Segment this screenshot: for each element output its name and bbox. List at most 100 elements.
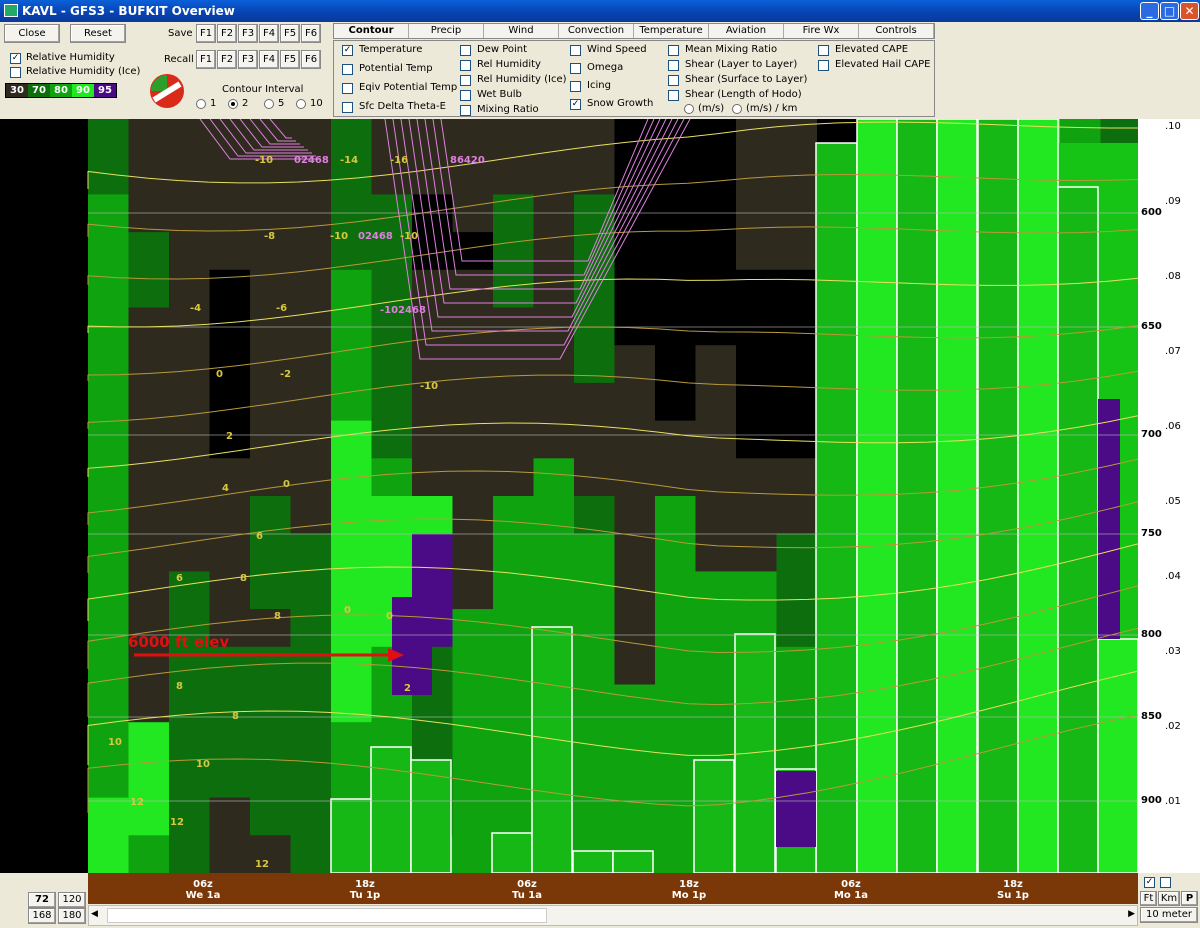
tab-controls[interactable]: Controls [859,24,934,38]
height-select[interactable]: 10 meter [1140,907,1198,923]
rh-checkbox[interactable]: ✓ [10,53,21,64]
contour-label: -2 [280,369,291,380]
recall-f2-button[interactable]: F2 [217,50,237,69]
recall-f6-button[interactable]: F6 [301,50,321,69]
recall-f5-button[interactable]: F5 [280,50,300,69]
rh-ice-checkbox[interactable] [10,67,21,78]
contour-label: 6 [176,573,183,584]
scroll-right-icon[interactable]: ▶ [1128,909,1135,919]
interval-1-radio[interactable] [196,99,206,109]
recall-f1-button[interactable]: F1 [196,50,216,69]
option-label: Shear (Surface to Layer) [685,74,808,85]
option-omega-checkbox[interactable] [570,63,581,74]
time-label-hour: 06z [517,879,537,890]
recall-f3-button[interactable]: F3 [238,50,258,69]
maximize-button[interactable]: □ [1160,2,1179,20]
omega-label: .10 [1165,121,1181,132]
interval-2-radio[interactable] [228,99,238,109]
contour-label: 0 [216,369,223,380]
close-window-button[interactable]: ✕ [1180,2,1199,20]
interval-10-radio[interactable] [296,99,306,109]
window-title: KAVL - GFS3 - BUFKIT Overview [22,4,235,18]
save-f3-button[interactable]: F3 [238,24,258,43]
option-icing-checkbox[interactable] [570,81,581,92]
option-shear-surface-to-layer--checkbox[interactable] [668,75,679,86]
tab-contour[interactable]: Contour [334,24,409,38]
option-rel-humidity-ice--checkbox[interactable] [460,75,471,86]
save-f5-button[interactable]: F5 [280,24,300,43]
ft-button[interactable]: Ft [1140,891,1157,906]
cross-section-plot[interactable]: -10 -14 -16 -8 -10 -10 -4 -6 0 -2 2 0 4 6 6 8 8 8 8 10 10 12 1… [0,119,1200,873]
option-dew-point-checkbox[interactable] [460,45,471,56]
option-shear-layer-to-layer--checkbox[interactable] [668,60,679,71]
shear-ms-radio[interactable] [684,104,694,114]
reset-button[interactable]: Reset [70,24,126,43]
range-168-button[interactable]: 168 [28,908,56,924]
tab-temperature[interactable]: Temperature [634,24,709,38]
range-180-button[interactable]: 180 [58,908,86,924]
time-scrollbar[interactable]: ◀ ▶ [88,905,1138,926]
save-f1-button[interactable]: F1 [196,24,216,43]
option-sfc-delta-theta-e-checkbox[interactable] [342,102,353,113]
units-checkbox-2[interactable] [1160,877,1171,888]
option-temperature-checkbox[interactable]: ✓ [342,45,353,56]
option-potential-temp-checkbox[interactable] [342,64,353,75]
time-label-day: We 1a [185,890,221,901]
contour-label: -6 [276,303,287,314]
option-label: Rel Humidity [477,59,541,70]
contour-label: 6 [256,531,263,542]
option-label: Eqiv Potential Temp [359,82,458,93]
p-button[interactable]: P [1181,891,1198,906]
option-mean-mixing-ratio-checkbox[interactable] [668,45,679,56]
options-panel: ✓ Temperature Potential Temp Eqiv Potential… [333,40,935,117]
option-label: Sfc Delta Theta-E [359,101,446,112]
interval-5-radio[interactable] [264,99,274,109]
option-wet-bulb-checkbox[interactable] [460,90,471,101]
tab-convection[interactable]: Convection [559,24,634,38]
contour-label: 2 [404,683,411,694]
contour-interval-label: Contour Interval [222,84,304,95]
pressure-label-650: 650 [1141,321,1162,332]
range-120-button[interactable]: 120 [58,892,86,908]
save-f6-button[interactable]: F6 [301,24,321,43]
units-checkbox-1[interactable]: ✓ [1144,877,1155,888]
save-f2-button[interactable]: F2 [217,24,237,43]
scroll-left-icon[interactable]: ◀ [91,909,98,919]
tab-aviation[interactable]: Aviation [709,24,784,38]
option-mixing-ratio-checkbox[interactable] [460,105,471,116]
option-label: Snow Growth [587,98,654,109]
contour-label: 2 [226,431,233,442]
close-button[interactable]: Close [4,24,60,43]
option-eqiv-potential-temp-checkbox[interactable] [342,83,353,94]
option-wind-speed-checkbox[interactable] [570,45,581,56]
time-label: 06z Mo 1a [826,879,876,901]
save-f4-button[interactable]: F4 [259,24,279,43]
option-elevated-hail-cape-checkbox[interactable] [818,60,829,71]
time-label-hour: 06z [841,879,861,890]
option-label: Elevated Hail CAPE [835,59,931,70]
annotation-label: 6000 ft elev [128,633,229,651]
option-shear-length-of-hodo--checkbox[interactable] [668,90,679,101]
range-72-button[interactable]: 72 [28,892,56,908]
option-rel-humidity-checkbox[interactable] [460,60,471,71]
tab-fire-wx[interactable]: Fire Wx [784,24,859,38]
tab-precip[interactable]: Precip [409,24,484,38]
contour-label: 10 [196,759,210,770]
omega-label: .01 [1165,796,1181,807]
shear-mskm-label: (m/s) / km [746,103,798,114]
option-snow-growth-checkbox[interactable]: ✓ [570,99,581,110]
option-label: Dew Point [477,44,528,55]
recall-f4-button[interactable]: F4 [259,50,279,69]
time-label-hour: 18z [355,879,375,890]
scroll-thumb[interactable] [107,908,547,923]
minimize-button[interactable]: _ [1140,2,1159,20]
option-label: Potential Temp [359,63,433,74]
contour-label: 8 [176,681,183,692]
option-elevated-cape-checkbox[interactable] [818,45,829,56]
time-label: 18z Mo 1p [664,879,714,901]
tab-wind[interactable]: Wind [484,24,559,38]
km-button[interactable]: Km [1158,891,1180,906]
contour-label: 12 [170,817,184,828]
legend-swatch-30: 30 [6,84,28,97]
shear-mskm-radio[interactable] [732,104,742,114]
